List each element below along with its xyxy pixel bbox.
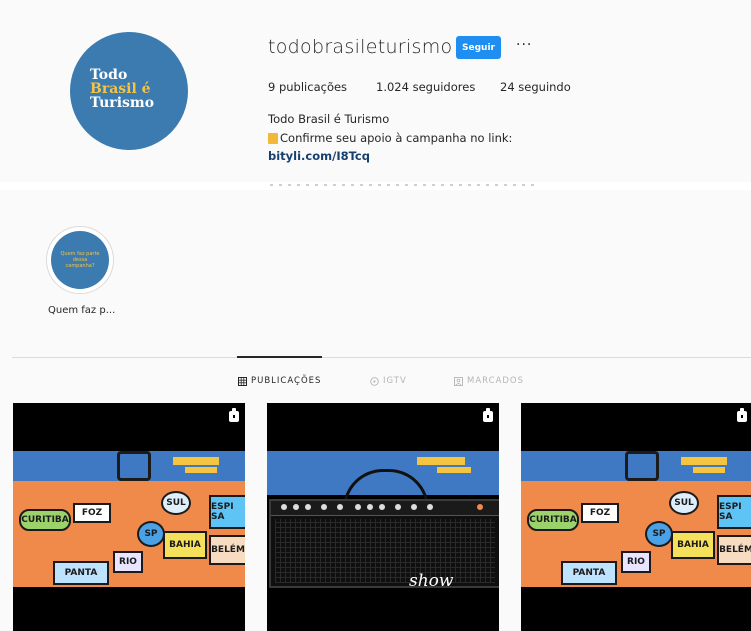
highlight-label[interactable]: Quem faz p... [48, 305, 115, 316]
highlight-cover[interactable]: Quem faz parte dessa campanha? [51, 231, 109, 289]
sticker: CURITIBA [527, 509, 579, 531]
post-script-text: show [409, 571, 454, 591]
cropped-text-fragment [270, 184, 540, 186]
sticker: FOZ [581, 503, 619, 523]
sticker: CURITIBA [19, 509, 71, 531]
sticker: BAHIA [163, 531, 207, 559]
tab-igtv-label: IGTV [383, 376, 407, 386]
bio-text: Confirme seu apoio à campanha no link: [280, 131, 513, 145]
sticker: RIO [621, 551, 651, 573]
video-icon [229, 408, 239, 422]
sticker: BAHIA [671, 531, 715, 559]
sticker: ESPI SA [717, 495, 751, 529]
highlight-cover-text: Quem faz parte dessa campanha? [60, 251, 100, 269]
followers-count[interactable]: 1.024 seguidores [376, 80, 475, 94]
tabs-divider [12, 357, 751, 358]
post-thumbnail[interactable]: CURITIBA FOZ SUL ESPI SA SP BAHIA BELÉM … [13, 403, 245, 631]
sticker: SUL [161, 491, 191, 515]
grid-icon [238, 376, 247, 386]
sticker: PANTA [561, 561, 617, 585]
following-count[interactable]: 24 seguindo [500, 80, 571, 94]
sticker: RIO [113, 551, 143, 573]
amplifier [269, 499, 499, 588]
avatar-line-2: Brasil é [90, 81, 151, 97]
post-illustration: CURITIBA FOZ SUL ESPI SA SP BAHIA BELÉM … [521, 451, 751, 587]
avatar-line-1: Todo [90, 67, 128, 83]
posts-count: 9 publicações [268, 80, 348, 94]
tab-marcados-label: MARCADOS [467, 376, 525, 386]
sticker: SP [137, 521, 165, 547]
profile-bio: Confirme seu apoio à campanha no link: [268, 131, 512, 145]
tagged-icon [454, 376, 463, 386]
sticker: SP [645, 521, 673, 547]
sticker: FOZ [73, 503, 111, 523]
tab-publicacoes[interactable]: PUBLICAÇÕES [238, 376, 321, 386]
sticker: BELÉM [717, 535, 751, 565]
post-thumbnail[interactable]: show [267, 403, 499, 631]
follow-button[interactable]: Seguir [456, 36, 501, 59]
active-tab-indicator [237, 356, 322, 358]
igtv-icon [370, 376, 379, 386]
avatar-line-3: Turismo [90, 95, 155, 111]
post-illustration: CURITIBA FOZ SUL ESPI SA SP BAHIA BELÉM … [13, 451, 245, 587]
tab-publicacoes-label: PUBLICAÇÕES [251, 376, 322, 386]
video-icon [483, 408, 493, 422]
pointing-hand-icon [268, 132, 278, 144]
post-illustration: show [267, 451, 499, 591]
more-options-icon[interactable]: ··· [516, 37, 532, 53]
sticker: ESPI SA [209, 495, 245, 529]
bio-link[interactable]: bityli.com/I8Tcq [268, 149, 370, 163]
post-thumbnail[interactable]: CURITIBA FOZ SUL ESPI SA SP BAHIA BELÉM … [521, 403, 751, 631]
tab-marcados[interactable]: MARCADOS [454, 376, 524, 386]
profile-full-name: Todo Brasil é Turismo [268, 112, 390, 126]
avatar-logo-text: Todo Brasil é Turismo [90, 68, 180, 110]
profile-username: todobrasileturismo [268, 36, 453, 58]
sticker: PANTA [53, 561, 109, 585]
tab-igtv[interactable]: IGTV [370, 376, 407, 386]
sticker: SUL [669, 491, 699, 515]
sticker: BELÉM [209, 535, 245, 565]
video-icon [737, 408, 747, 422]
